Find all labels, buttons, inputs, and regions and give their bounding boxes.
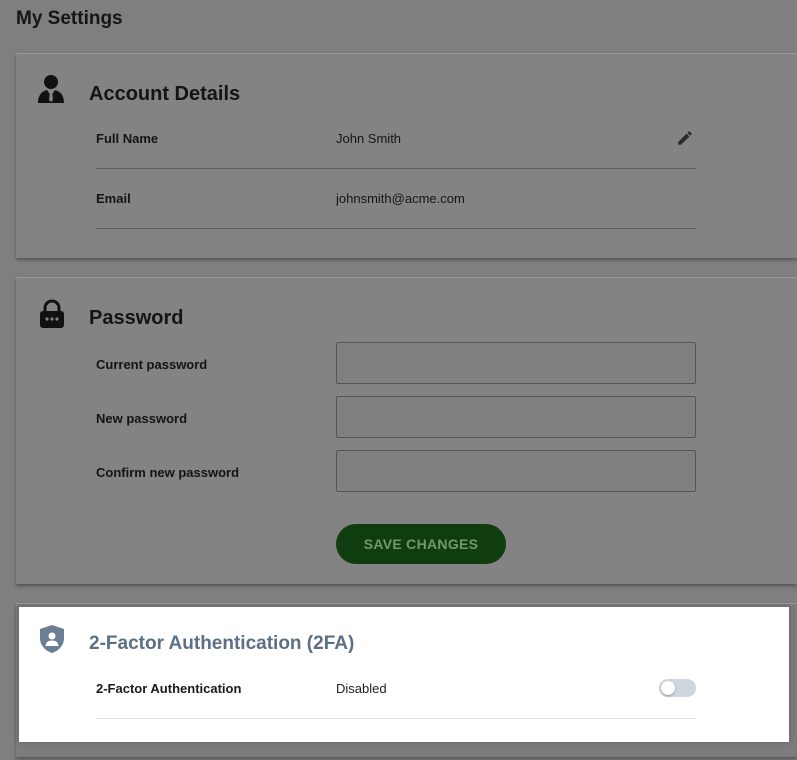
toggle-knob	[661, 681, 675, 695]
tfa-toggle[interactable]	[659, 679, 696, 697]
current-password-input[interactable]	[336, 342, 696, 384]
email-value: johnsmith@acme.com	[336, 191, 465, 206]
tfa-title: 2-Factor Authentication (2FA)	[89, 633, 355, 654]
divider	[96, 718, 696, 719]
new-password-input[interactable]	[336, 396, 696, 438]
password-title: Password	[89, 307, 184, 329]
divider	[96, 228, 696, 229]
account-details-title: Account Details	[89, 83, 241, 105]
page-title: My Settings	[16, 8, 123, 29]
tfa-label: 2-Factor Authentication	[96, 681, 242, 696]
new-password-label: New password	[96, 411, 188, 426]
user-icon	[38, 75, 64, 103]
save-changes-button[interactable]: SAVE CHANGES	[336, 524, 506, 564]
confirm-password-input[interactable]	[336, 450, 696, 492]
full-name-label: Full Name	[96, 131, 159, 146]
full-name-value: John Smith	[336, 131, 402, 146]
tfa-card	[19, 607, 789, 742]
pencil-edit-icon[interactable]	[676, 129, 694, 147]
current-password-label: Current password	[96, 357, 208, 372]
confirm-password-label: Confirm new password	[96, 465, 240, 480]
lock-icon	[40, 299, 64, 328]
divider	[96, 168, 696, 169]
email-label: Email	[96, 191, 131, 206]
shield-user-icon	[40, 625, 64, 653]
tfa-status: Disabled	[336, 681, 387, 696]
